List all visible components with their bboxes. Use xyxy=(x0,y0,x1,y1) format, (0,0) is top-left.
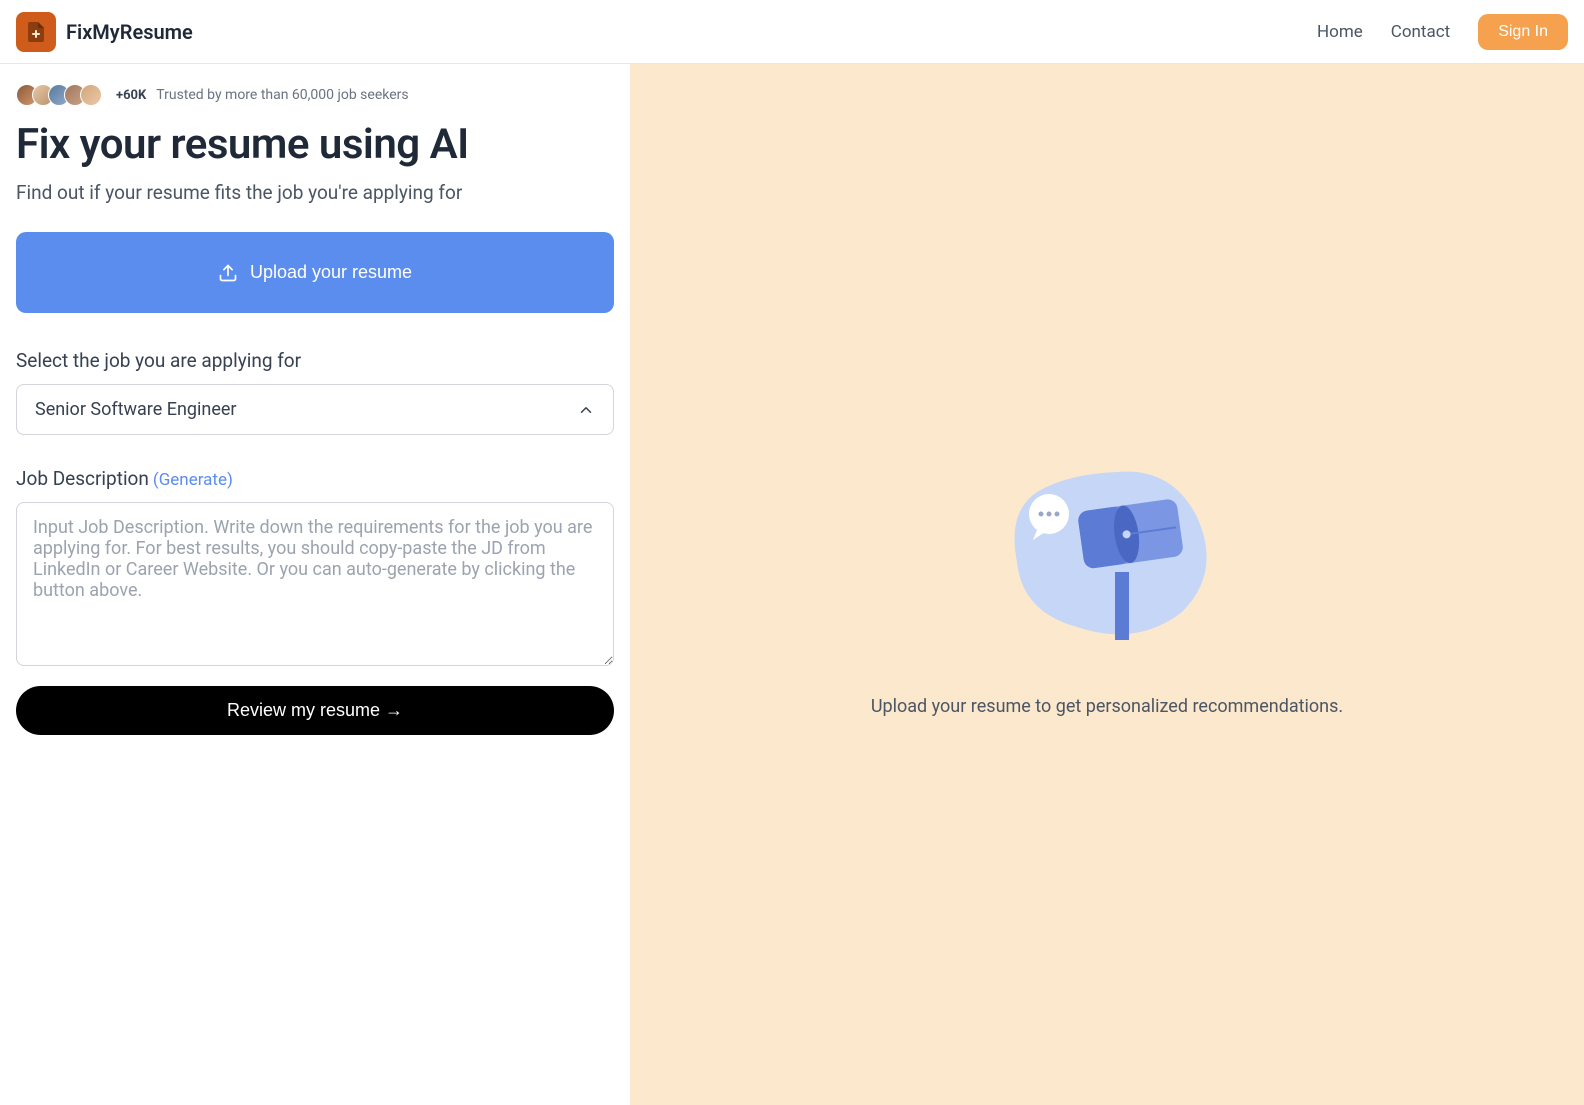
job-select-wrap: Senior Software Engineer xyxy=(16,384,614,435)
mailbox-illustration xyxy=(987,452,1227,656)
upload-label: Upload your resume xyxy=(250,262,412,283)
avatar xyxy=(80,84,102,106)
job-select[interactable]: Senior Software Engineer xyxy=(16,384,614,435)
upload-icon xyxy=(218,263,238,283)
upload-resume-button[interactable]: Upload your resume xyxy=(16,232,614,313)
page-subtitle: Find out if your resume fits the job you… xyxy=(16,181,614,204)
trust-text: Trusted by more than 60,000 job seekers xyxy=(156,87,408,103)
review-label: Review my resume → xyxy=(227,700,403,721)
generate-link[interactable]: (Generate) xyxy=(153,470,233,490)
nav-home[interactable]: Home xyxy=(1317,22,1363,42)
chevron-up-icon xyxy=(577,401,595,419)
trust-count: +60K xyxy=(116,88,146,103)
trust-row: +60K Trusted by more than 60,000 job see… xyxy=(16,84,614,106)
nav: Home Contact Sign In xyxy=(1317,14,1568,50)
logo[interactable]: FixMyResume xyxy=(16,12,193,52)
left-panel: +60K Trusted by more than 60,000 job see… xyxy=(0,64,630,1105)
logo-icon xyxy=(16,12,56,52)
page-title: Fix your resume using AI xyxy=(16,120,614,169)
review-resume-button[interactable]: Review my resume → xyxy=(16,686,614,735)
header: FixMyResume Home Contact Sign In xyxy=(0,0,1584,64)
brand-name: FixMyResume xyxy=(66,20,193,44)
job-select-value: Senior Software Engineer xyxy=(35,399,237,420)
job-select-label: Select the job you are applying for xyxy=(16,349,614,372)
nav-contact[interactable]: Contact xyxy=(1391,22,1450,42)
signin-button[interactable]: Sign In xyxy=(1478,14,1568,50)
avatar-stack xyxy=(16,84,102,106)
right-panel-message: Upload your resume to get personalized r… xyxy=(871,696,1343,717)
jd-label-row: Job Description (Generate) xyxy=(16,467,614,490)
right-panel: Upload your resume to get personalized r… xyxy=(630,64,1584,1105)
main: +60K Trusted by more than 60,000 job see… xyxy=(0,64,1584,1105)
jd-label: Job Description xyxy=(16,467,149,490)
job-description-input[interactable] xyxy=(16,502,614,666)
